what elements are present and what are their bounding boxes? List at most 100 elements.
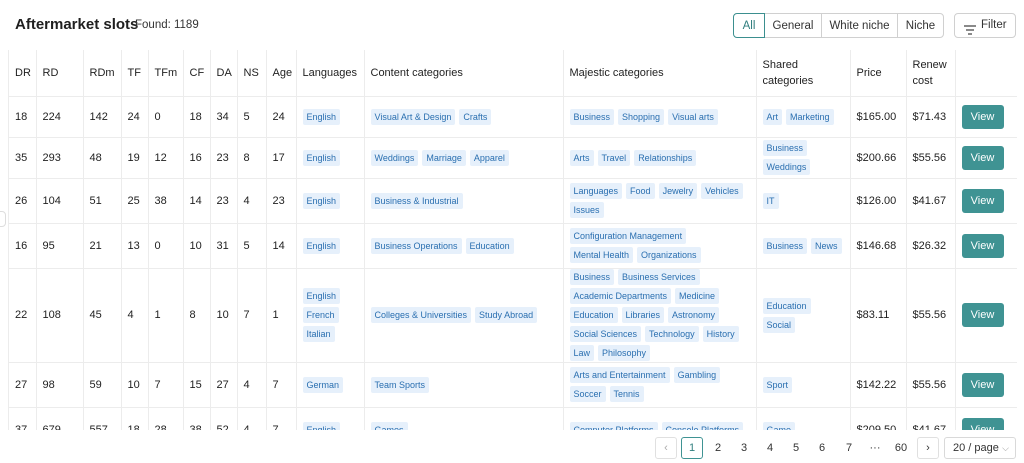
cell-cf: 38 — [183, 407, 211, 430]
cell-price: $126.00 — [850, 178, 907, 224]
column-header-cf[interactable]: CF — [183, 50, 211, 97]
view-button[interactable]: View — [961, 417, 1004, 430]
page-1[interactable]: 1 — [681, 437, 703, 459]
column-header-ns[interactable]: NS — [237, 50, 267, 97]
table-row: 37 679 557 18 28 38 52 4 7 English Games Computer P… — [9, 407, 1017, 430]
category-tag: Astronomy — [668, 307, 720, 323]
category-tag: Weddings — [762, 159, 811, 175]
cell-languages: English — [296, 96, 365, 138]
filter-button[interactable]: Filter — [954, 13, 1016, 38]
content-tags: Business Operations Education — [370, 237, 557, 254]
cell-rd: 224 — [36, 96, 84, 138]
cell-rd: 104 — [36, 178, 84, 224]
cell-tf: 19 — [121, 137, 149, 179]
cell-da: 34 — [210, 96, 238, 138]
segment-niche[interactable]: Niche — [897, 13, 944, 38]
category-tag: Game — [762, 421, 796, 430]
cell-age: 7 — [266, 407, 297, 430]
category-tag: Medicine — [675, 288, 720, 304]
view-button[interactable]: View — [961, 303, 1004, 327]
cell-price: $142.22 — [850, 362, 907, 408]
category-tag: Business — [762, 237, 808, 254]
column-header-tfm[interactable]: TFm — [148, 50, 184, 97]
page-7[interactable]: 7 — [838, 437, 860, 459]
chevron-right-icon: › — [926, 442, 930, 454]
filter-label: Filter — [981, 19, 1007, 31]
view-button[interactable]: View — [961, 104, 1004, 129]
column-header-renew-cost[interactable]: Renew cost — [906, 50, 956, 97]
column-header-age[interactable]: Age — [266, 50, 297, 97]
category-tag: Education — [762, 297, 811, 314]
category-tag: Education — [569, 307, 618, 323]
cell-ns: 8 — [237, 137, 267, 179]
majestic-tags: Languages Food Jewelry Vehicles Issues — [569, 183, 750, 218]
prev-page-button[interactable]: ‹ — [655, 437, 677, 459]
page-2[interactable]: 2 — [707, 437, 729, 459]
segment-white-niche[interactable]: White niche — [821, 13, 898, 38]
cell-languages: German — [296, 362, 365, 408]
column-header-tf[interactable]: TF — [121, 50, 149, 97]
view-button[interactable]: View — [961, 233, 1004, 258]
cell-content: Weddings Marriage Apparel — [364, 137, 564, 179]
column-header-majestic-categories[interactable]: Majestic categories — [563, 50, 757, 97]
cell-tf: 10 — [121, 362, 149, 408]
cell-age: 1 — [266, 268, 297, 363]
table-row: 26 104 51 25 38 14 23 4 23 English Business & Indu… — [9, 178, 1017, 224]
category-tag: Languages — [569, 183, 623, 199]
category-tag: Configuration Management — [569, 228, 687, 244]
column-header-actions[interactable] — [955, 50, 1017, 97]
next-page-button[interactable]: › — [917, 437, 939, 459]
pagination-ellipsis[interactable]: ··· — [864, 437, 886, 459]
cell-da: 23 — [210, 178, 238, 224]
category-tag: History — [702, 326, 739, 342]
cell-rd: 95 — [36, 223, 84, 269]
cell-renew: $55.56 — [906, 268, 956, 363]
content-tags: Business & Industrial — [370, 192, 557, 209]
cell-languages: English — [296, 178, 365, 224]
category-tag: Crafts — [459, 108, 492, 125]
column-header-rdm[interactable]: RDm — [83, 50, 122, 97]
view-button[interactable]: View — [961, 188, 1004, 213]
slots-table-container[interactable]: DR RD RDm TF TFm CF DA NS Age Languages Content ca… — [8, 50, 1017, 430]
category-tag: Business Services — [618, 269, 700, 285]
category-tag: Law — [569, 345, 595, 361]
page-60[interactable]: 60 — [890, 437, 912, 459]
languages-tags: English — [302, 149, 358, 166]
content-tags: Colleges & Universities Study Abroad — [370, 307, 557, 323]
page-5[interactable]: 5 — [785, 437, 807, 459]
page-size-select[interactable]: 20 / page ⌵ — [944, 437, 1016, 459]
cell-price: $146.68 — [850, 223, 907, 269]
cell-price: $83.11 — [850, 268, 907, 363]
category-tag: Jewelry — [658, 183, 698, 199]
category-tag: Social — [762, 316, 796, 333]
cell-tf: 18 — [121, 407, 149, 430]
cell-da: 10 — [210, 268, 238, 363]
category-tag: Marriage — [422, 149, 466, 166]
cell-rdm: 51 — [83, 178, 122, 224]
column-header-content-categories[interactable]: Content categories — [364, 50, 564, 97]
page-6[interactable]: 6 — [811, 437, 833, 459]
page-3[interactable]: 3 — [733, 437, 755, 459]
segment-general[interactable]: General — [764, 13, 822, 38]
category-tag: Business — [762, 140, 808, 156]
column-header-da[interactable]: DA — [210, 50, 238, 97]
cell-shared: Sport — [756, 362, 851, 408]
column-header-dr[interactable]: DR — [9, 50, 37, 97]
column-header-rd[interactable]: RD — [36, 50, 84, 97]
page-4[interactable]: 4 — [759, 437, 781, 459]
cell-price: $165.00 — [850, 96, 907, 138]
view-button[interactable]: View — [961, 145, 1004, 170]
column-header-price[interactable]: Price — [850, 50, 907, 97]
collapse-handle[interactable] — [0, 211, 6, 227]
column-header-shared-categories[interactable]: Shared categories — [756, 50, 851, 97]
cell-rd: 98 — [36, 362, 84, 408]
category-tag: Issues — [569, 202, 604, 218]
cell-rdm: 45 — [83, 268, 122, 363]
segment-all[interactable]: All — [733, 13, 765, 38]
cell-tf: 25 — [121, 178, 149, 224]
cell-tfm: 0 — [148, 223, 184, 269]
cell-tfm: 0 — [148, 96, 184, 138]
cell-tf: 13 — [121, 223, 149, 269]
view-button[interactable]: View — [961, 372, 1004, 397]
column-header-languages[interactable]: Languages — [296, 50, 365, 97]
